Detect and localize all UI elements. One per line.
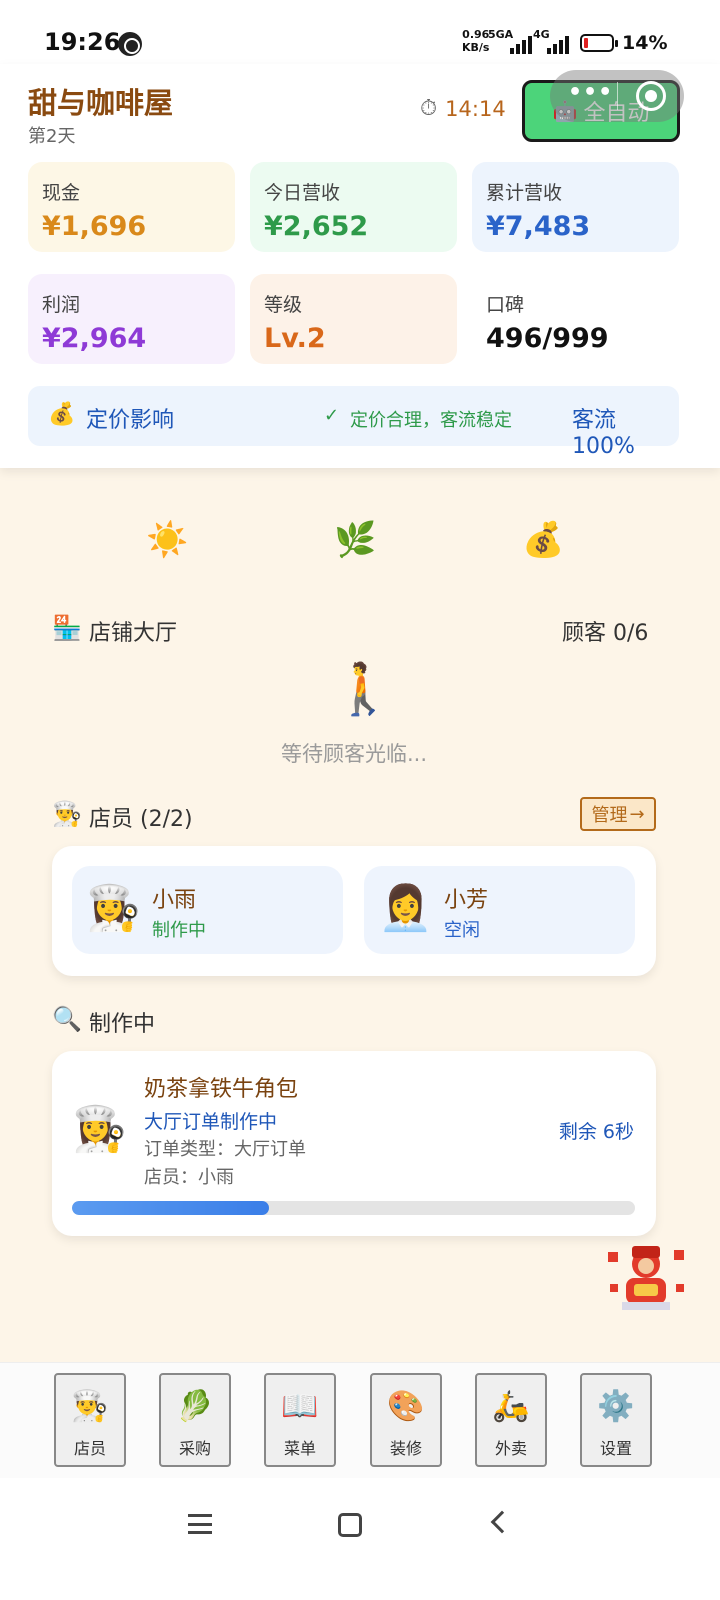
stat-reputation: 口碑 496/999 — [472, 274, 679, 364]
leafy-green-icon: 🥬 — [176, 1389, 214, 1424]
stat-label: 利润 — [42, 294, 81, 316]
network-speed: 0.96 KB/s — [462, 28, 490, 54]
system-navigation-bar — [0, 1478, 720, 1600]
female-cook-icon: 👩‍🍳 — [72, 1104, 127, 1155]
fortune-god-mascot-icon[interactable] — [604, 1240, 688, 1312]
chef-icon: 👨‍🍳 — [52, 800, 82, 828]
back-button[interactable] — [490, 1510, 514, 1534]
game-timer: ⏱ 14:14 — [420, 96, 506, 121]
gear-icon: ⚙️ — [597, 1389, 635, 1424]
stat-value: Lv.2 — [264, 323, 326, 354]
nav-delivery-button[interactable]: 🛵 外卖 — [475, 1373, 547, 1467]
customer-count: 顾客 0/6 — [562, 621, 649, 646]
nav-label: 采购 — [178, 1439, 211, 1458]
check-icon: ✓ — [324, 405, 340, 426]
chef-icon: 👨‍🍳 — [71, 1389, 109, 1424]
open-book-icon: 📖 — [281, 1389, 319, 1424]
manage-label: 管理 — [591, 805, 628, 826]
waiting-message: 等待顾客光临... — [280, 742, 428, 766]
staff-state: 制作中 — [152, 920, 206, 941]
staff-member-xiaofang[interactable]: 👩‍💼 小芳 空闲 — [364, 866, 635, 954]
arrow-right-icon: → — [629, 803, 645, 825]
close-miniprogram-button[interactable] — [636, 81, 666, 111]
office-worker-icon: 👩‍💼 — [378, 883, 433, 934]
time-remaining: 剩余 6秒 — [558, 1121, 634, 1143]
pricing-impact-bar[interactable]: 💰 定价影响 ✓ 定价合理，客流稳定 客流 100% — [28, 386, 679, 459]
status-bar: 19:26 0.96 KB/s 5GA 4G 14% — [0, 0, 720, 64]
timer-value: 14:14 — [445, 96, 506, 121]
staff-member-xiaoyu[interactable]: 👩‍🍳 小雨 制作中 — [72, 866, 343, 954]
order-status: 大厅订单制作中 — [144, 1111, 278, 1133]
staff-state: 空闲 — [444, 920, 480, 941]
nav-settings-button[interactable]: ⚙️ 设置 — [580, 1373, 652, 1467]
signal-icon — [547, 34, 569, 54]
palette-icon: 🎨 — [387, 1389, 425, 1424]
status-time: 19:26 — [44, 28, 121, 56]
order-items: 奶茶拿铁牛角包 — [144, 1077, 299, 1102]
order-progress-bar — [72, 1201, 635, 1215]
female-cook-icon: 👩‍🍳 — [86, 883, 141, 934]
battery-percent: 14% — [622, 32, 668, 54]
sun-icon: ☀️ — [146, 520, 189, 560]
stat-value: ¥2,964 — [42, 323, 147, 354]
stat-level: 等级 Lv.2 — [250, 274, 457, 364]
nav-label: 外卖 — [494, 1439, 527, 1458]
stat-label: 等级 — [264, 294, 303, 316]
stat-label: 口碑 — [486, 294, 525, 316]
nav-label: 设置 — [599, 1439, 632, 1458]
money-bag-icon: 💰 — [48, 402, 76, 427]
staff-name: 小雨 — [152, 888, 197, 913]
hall-title: 店铺大厅 — [89, 621, 178, 646]
magnifier-icon: 🔍 — [52, 1005, 82, 1033]
header-card: 甜与咖啡屋 第2天 ⏱ 14:14 🤖 全自动 ••• 现金 ¥1,696 今日… — [0, 64, 720, 468]
order-type: 订单类型：大厅订单 — [144, 1139, 306, 1160]
stat-value: 496/999 — [486, 323, 609, 354]
customer-flow: 客流 100% — [572, 408, 635, 459]
shop-name: 甜与咖啡屋 — [28, 86, 174, 120]
order-staff: 店员：小雨 — [144, 1167, 234, 1188]
nav-purchase-button[interactable]: 🥬 采购 — [159, 1373, 231, 1467]
pricing-title: 定价影响 — [86, 408, 175, 433]
stat-label: 累计营收 — [486, 182, 563, 204]
money-bag-icon: 💰 — [522, 520, 565, 560]
stopwatch-icon: ⏱ — [420, 96, 438, 121]
stat-label: 现金 — [42, 182, 81, 204]
scooter-icon: 🛵 — [492, 1389, 530, 1424]
stat-profit: 利润 ¥2,964 — [28, 274, 235, 364]
walking-person-icon: 🚶 — [332, 660, 395, 718]
nav-label: 店员 — [73, 1439, 106, 1458]
stat-total-revenue: 累计营收 ¥7,483 — [472, 162, 679, 252]
nav-label: 菜单 — [283, 1439, 316, 1458]
signal-icon — [510, 34, 532, 54]
bottom-toolbar: 👨‍🍳 店员 🥬 采购 📖 菜单 🎨 装修 🛵 外卖 ⚙️ 设置 — [0, 1362, 720, 1478]
store-icon: 🏪 — [52, 614, 82, 642]
nav-menu-button[interactable]: 📖 菜单 — [264, 1373, 336, 1467]
herb-icon: 🌿 — [334, 520, 377, 560]
pricing-status: 定价合理，客流稳定 — [350, 410, 512, 431]
stat-cash: 现金 ¥1,696 — [28, 162, 235, 252]
stat-value: ¥1,696 — [42, 211, 147, 242]
staff-name: 小芳 — [444, 888, 489, 913]
more-options-button[interactable]: ••• — [568, 80, 613, 105]
battery-icon — [580, 34, 618, 52]
staff-section-title: 店员 (2/2) — [89, 807, 193, 832]
clock-icon — [118, 32, 142, 56]
nav-decorate-button[interactable]: 🎨 装修 — [370, 1373, 442, 1467]
stat-label: 今日营收 — [264, 182, 341, 204]
nav-label: 装修 — [389, 1439, 422, 1458]
making-section-title: 制作中 — [89, 1012, 156, 1037]
stat-value: ¥7,483 — [486, 211, 591, 242]
miniprogram-capsule: ••• — [550, 70, 684, 122]
home-button[interactable] — [338, 1513, 362, 1537]
order-card[interactable]: 👩‍🍳 奶茶拿铁牛角包 大厅订单制作中 订单类型：大厅订单 店员：小雨 剩余 6… — [52, 1051, 656, 1236]
day-counter: 第2天 — [28, 126, 76, 147]
staff-card: 👩‍🍳 小雨 制作中 👩‍💼 小芳 空闲 — [52, 846, 656, 976]
stat-value: ¥2,652 — [264, 211, 369, 242]
nav-staff-button[interactable]: 👨‍🍳 店员 — [54, 1373, 126, 1467]
progress-fill — [72, 1201, 270, 1215]
stat-today-revenue: 今日营收 ¥2,652 — [250, 162, 457, 252]
manage-staff-button[interactable]: 管理 → — [580, 797, 656, 831]
recent-apps-button[interactable] — [188, 1514, 212, 1534]
